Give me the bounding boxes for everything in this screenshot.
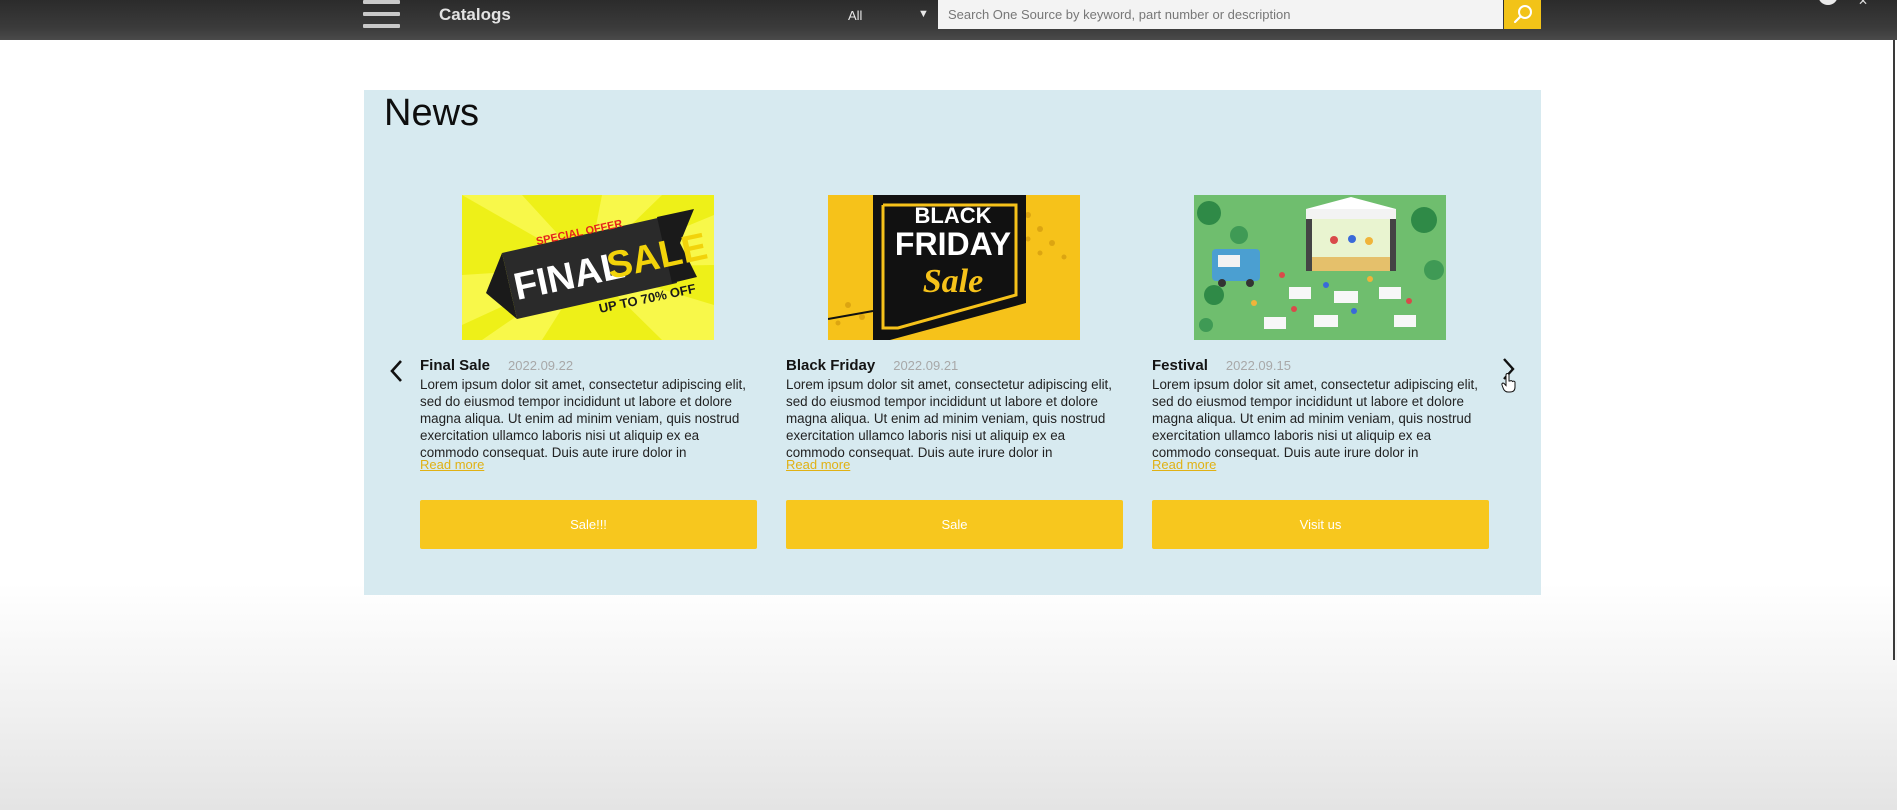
hand-cursor-icon bbox=[1501, 372, 1517, 398]
black-friday-line2: FRIDAY bbox=[895, 226, 1011, 262]
card-date: 2022.09.21 bbox=[893, 358, 959, 373]
catalogs-link[interactable]: Catalogs bbox=[439, 5, 511, 25]
festival-image bbox=[1194, 195, 1446, 340]
hamburger-menu-icon[interactable] bbox=[363, 0, 401, 30]
account-icon[interactable] bbox=[1818, 0, 1838, 5]
black-friday-line3: Sale bbox=[923, 263, 983, 300]
news-card-festival: Festival 2022.09.15 Lorem ipsum dolor sit… bbox=[1152, 195, 1489, 550]
final-sale-image: SPECIAL OFFER FINAL SALE UP TO 70% OFF bbox=[462, 195, 714, 340]
black-friday-line1: BLACK bbox=[915, 203, 992, 228]
news-card-black-friday: BLACK FRIDAY Sale Black Friday 2022.09.21… bbox=[786, 195, 1123, 550]
sale-button[interactable]: Sale bbox=[786, 500, 1123, 549]
chevron-left-icon bbox=[390, 360, 402, 382]
window-edge bbox=[1893, 40, 1895, 660]
search-button[interactable] bbox=[1504, 0, 1541, 29]
read-more-link[interactable]: Read more bbox=[420, 457, 484, 472]
card-title: Festival bbox=[1152, 357, 1208, 374]
close-icon[interactable]: ✕ bbox=[1858, 0, 1868, 8]
card-header: Final Sale 2022.09.22 bbox=[420, 357, 573, 375]
visit-us-button[interactable]: Visit us bbox=[1152, 500, 1489, 549]
card-date: 2022.09.15 bbox=[1225, 358, 1291, 373]
card-title: Black Friday bbox=[786, 357, 876, 374]
search-input[interactable] bbox=[938, 0, 1503, 29]
card-header: Festival 2022.09.15 bbox=[1152, 357, 1291, 375]
card-header: Black Friday 2022.09.21 bbox=[786, 357, 958, 375]
top-navigation-bar: Catalogs All ▼ ✕ bbox=[0, 0, 1897, 40]
sale-button[interactable]: Sale!!! bbox=[420, 500, 757, 549]
card-date: 2022.09.22 bbox=[508, 358, 574, 373]
carousel-prev-button[interactable] bbox=[388, 358, 406, 384]
news-heading: News bbox=[384, 92, 480, 134]
search-scope-dropdown[interactable]: All ▼ bbox=[826, 0, 936, 30]
news-section: News SPECIAL OFFER FINAL SALE UP TO 70% … bbox=[364, 90, 1541, 595]
read-more-link[interactable]: Read more bbox=[1152, 457, 1216, 472]
search-scope-value: All bbox=[848, 8, 863, 23]
card-description: Lorem ipsum dolor sit amet, consectetur … bbox=[1152, 377, 1478, 460]
card-description: Lorem ipsum dolor sit amet, consectetur … bbox=[420, 377, 746, 460]
news-card-final-sale: SPECIAL OFFER FINAL SALE UP TO 70% OFF F… bbox=[420, 195, 757, 550]
card-title: Final Sale bbox=[420, 357, 491, 374]
black-friday-image: BLACK FRIDAY Sale bbox=[828, 195, 1080, 340]
dropdown-arrow-icon: ▼ bbox=[918, 8, 929, 20]
card-description: Lorem ipsum dolor sit amet, consectetur … bbox=[786, 377, 1112, 460]
search-icon bbox=[1513, 5, 1532, 24]
read-more-link[interactable]: Read more bbox=[786, 457, 850, 472]
